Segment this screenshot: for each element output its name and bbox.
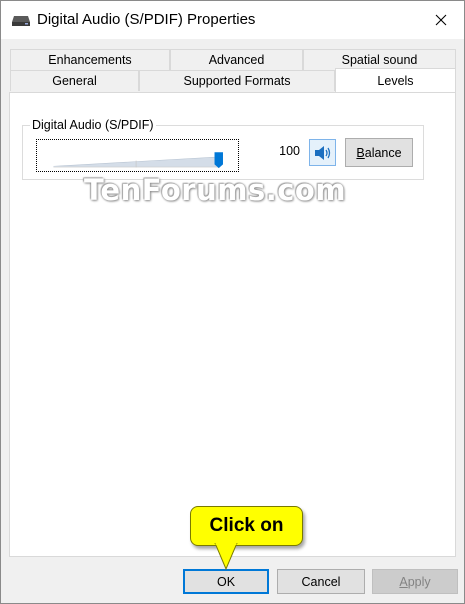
tab-label: Levels — [377, 73, 414, 88]
tab-label: General — [52, 74, 97, 88]
apply-mnemonic: A — [399, 574, 408, 589]
slider-track — [53, 152, 223, 169]
mute-button[interactable] — [309, 139, 336, 166]
cancel-button[interactable]: Cancel — [277, 569, 365, 594]
tab-supported-formats[interactable]: Supported Formats — [139, 70, 335, 91]
balance-mnemonic: B — [356, 145, 365, 160]
tab-general[interactable]: General — [10, 70, 139, 91]
tab-label: Enhancements — [48, 53, 132, 67]
tab-levels[interactable]: Levels — [335, 68, 456, 92]
tab-label: Advanced — [208, 53, 265, 67]
window-title: Digital Audio (S/PDIF) Properties — [37, 11, 256, 28]
cancel-label: Cancel — [301, 574, 341, 589]
balance-label: alance — [364, 145, 402, 160]
ok-label: OK — [216, 574, 236, 589]
callout-text: Click on — [209, 515, 284, 536]
close-button[interactable] — [418, 1, 464, 39]
tab-label: Supported Formats — [183, 74, 291, 88]
group-label: Digital Audio (S/PDIF) — [30, 118, 156, 132]
watermark: TenForums.com — [84, 173, 347, 207]
close-icon — [435, 14, 447, 26]
title-bar[interactable]: Digital Audio (S/PDIF) Properties — [1, 1, 464, 39]
speaker-device-icon — [12, 16, 30, 26]
apply-label: pply — [407, 574, 431, 589]
levels-panel: Digital Audio (S/PDIF) 100 B alance — [9, 92, 456, 557]
level-value: 100 — [279, 144, 300, 158]
properties-dialog: Digital Audio (S/PDIF) Properties Enhanc… — [0, 0, 465, 604]
callout-bubble: Click on — [190, 506, 303, 546]
tab-label: Spatial sound — [341, 53, 418, 67]
tab-advanced[interactable]: Advanced — [170, 49, 303, 70]
speaker-volume-icon — [314, 145, 330, 160]
balance-button[interactable]: Balance — [345, 138, 413, 167]
callout-arrow-icon — [214, 543, 238, 571]
volume-slider[interactable] — [36, 139, 239, 172]
tab-spatial-sound[interactable]: Spatial sound — [303, 49, 456, 70]
tab-enhancements[interactable]: Enhancements — [10, 49, 170, 70]
apply-button[interactable]: Apply — [372, 569, 458, 594]
levels-group: Digital Audio (S/PDIF) 100 B alance — [22, 118, 424, 180]
